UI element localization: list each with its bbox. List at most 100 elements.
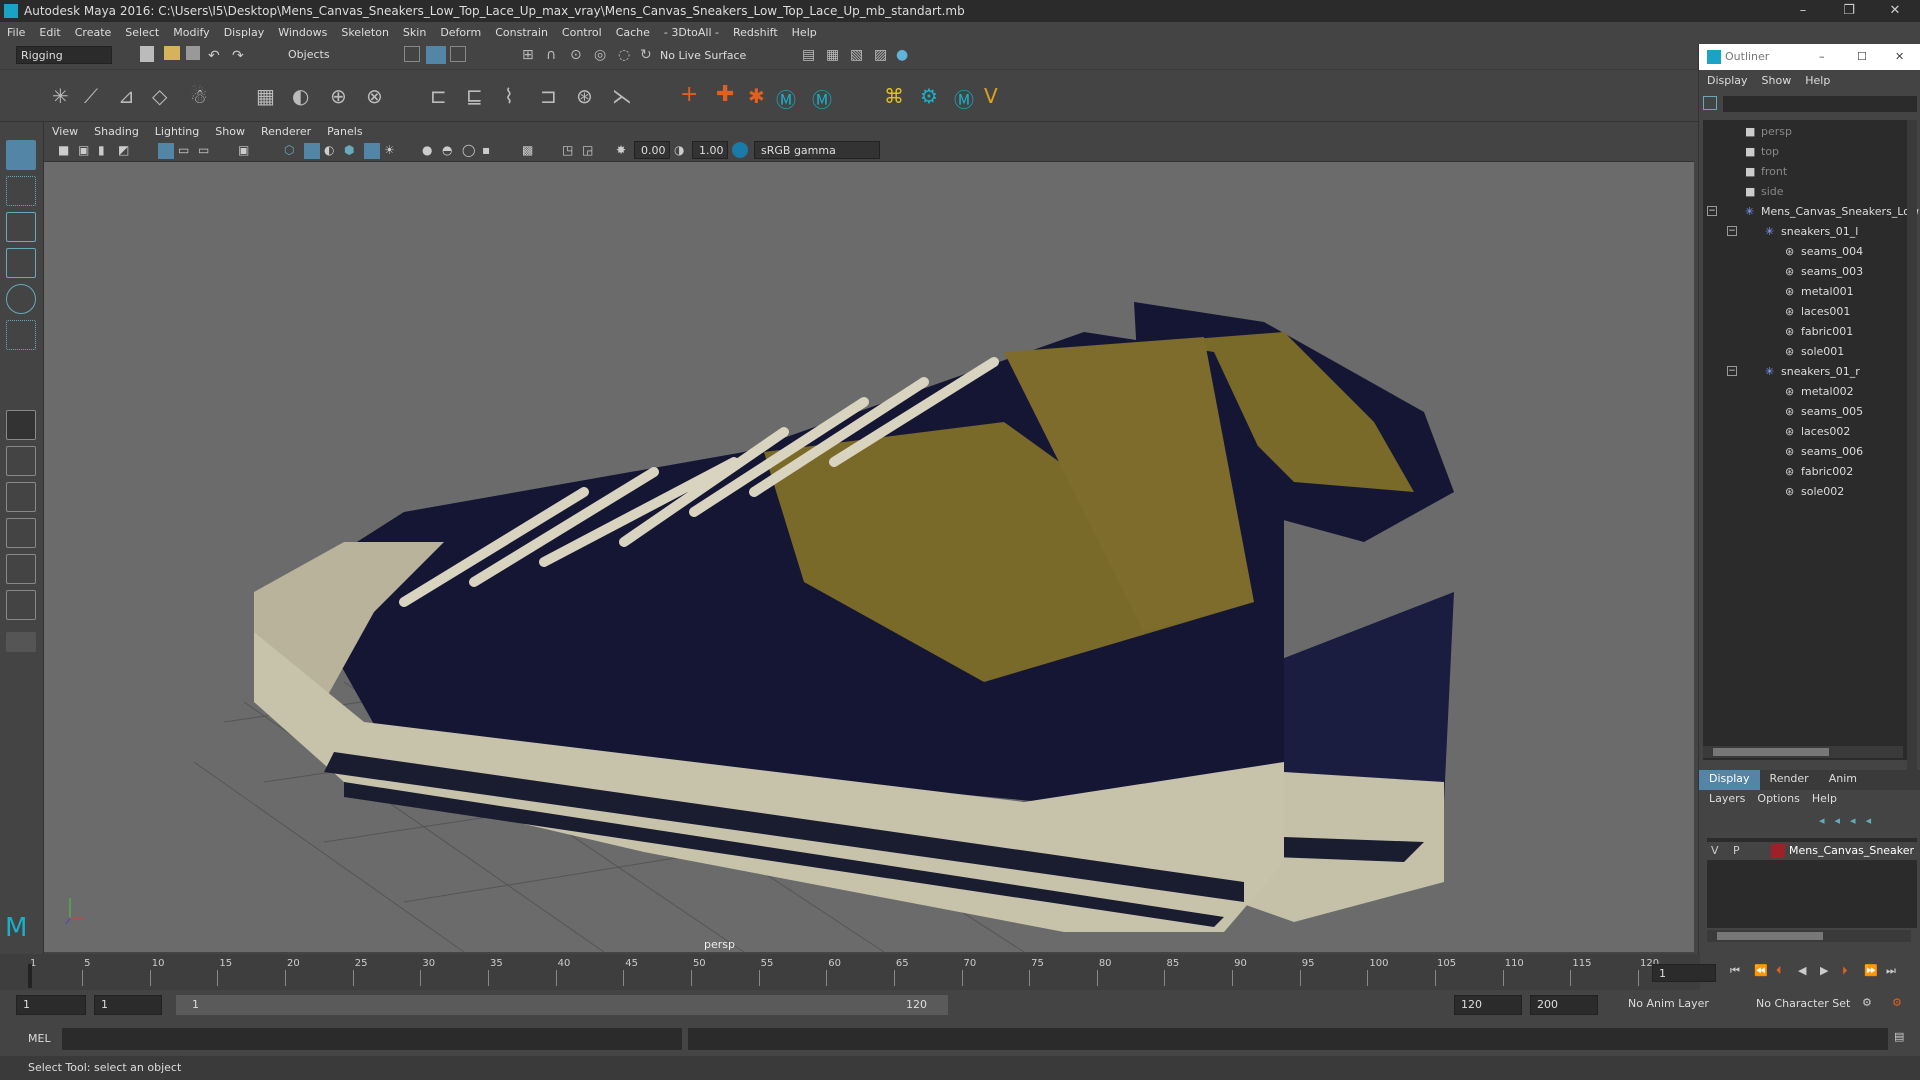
layer-hscroll[interactable] [1707,930,1911,942]
playback-start-field[interactable]: 1 [94,995,162,1015]
outliner-item[interactable]: ⊛ seams_005 [1703,402,1907,422]
script-icon[interactable]: V [984,84,1004,108]
playback-end-field[interactable]: 120 [1454,995,1522,1015]
ik-spline-icon[interactable]: ⊿ [118,84,138,108]
play-back-icon[interactable]: ◀ [1798,964,1806,977]
layout-graph-icon[interactable] [6,518,36,548]
undo-icon[interactable]: ↶ [208,48,228,68]
expand-toggle-icon[interactable]: − [1727,226,1737,236]
xray-icon[interactable] [364,143,380,159]
outliner-item[interactable]: ⊛ metal002 [1703,382,1907,402]
paint-select-icon[interactable] [6,212,36,242]
render-settings-icon[interactable]: ▨ [874,47,894,67]
anim-layer-dropdown[interactable]: No Anim Layer [1622,995,1742,1015]
menu-select[interactable]: Select [118,26,166,39]
menu-redshift[interactable]: Redshift [726,26,785,39]
scale-tool-icon[interactable] [6,320,36,350]
vp-menu-show[interactable]: Show [207,125,253,138]
menu-control[interactable]: Control [555,26,609,39]
layout-outliner-icon[interactable] [6,554,36,584]
ik-handle-icon[interactable]: ⟋ [84,84,104,108]
menu-file[interactable]: File [0,26,32,39]
grid-toggle-icon[interactable] [158,143,174,159]
humanik-icon[interactable]: ☃ [190,84,210,108]
color-space-dropdown[interactable]: sRGB gamma [754,141,880,159]
outliner-item[interactable]: ⊛ fabric002 [1703,462,1907,482]
tab-display[interactable]: Display [1699,770,1760,790]
layer-row[interactable]: V P Mens_Canvas_Sneaker [1707,842,1917,860]
menuset-dropdown[interactable]: Rigging [16,46,112,64]
outliner-vscroll[interactable] [1907,120,1917,770]
layer-menu-help[interactable]: Help [1806,792,1843,810]
textured-icon[interactable]: ⬢ [344,143,364,163]
new-scene-icon[interactable] [140,46,154,62]
anim-prefs-icon[interactable]: ⚙ [1892,996,1902,1009]
step-back-key-icon[interactable]: ⏪ [1754,964,1768,977]
render-frame-icon[interactable]: ▦ [826,47,846,67]
expand-toggle-icon[interactable]: − [1707,206,1717,216]
layout-four-icon[interactable] [6,446,36,476]
go-end-icon[interactable]: ⏭ [1886,964,1896,978]
playhead-marker[interactable] [28,964,32,988]
film-gate-icon[interactable]: ▭ [178,143,198,163]
wrap-deformer-icon[interactable]: ⊕ [330,84,350,108]
cmd-input[interactable] [62,1028,682,1050]
time-slider[interactable]: 1 5 10 15 20 25 30 35 40 45 50 55 60 65 70 75 80 85 90 95 10… [0,954,1716,990]
mash-icon[interactable]: Ⓜ [954,84,974,112]
unbind-skin-icon[interactable]: ⊐ [540,84,560,108]
outliner-item[interactable]: ⊛ laces001 [1703,302,1907,322]
cmd-language-label[interactable]: MEL [28,1032,51,1045]
xray-joints-icon[interactable]: ◓ [442,143,462,163]
dof-icon[interactable]: ◳ [562,143,582,163]
rotate-tool-icon[interactable] [6,284,36,314]
outliner-close-button[interactable]: ✕ [1895,44,1904,70]
select-hierarchy-icon[interactable] [404,46,420,62]
outliner-search-field[interactable] [1723,96,1917,112]
range-slider[interactable]: 1 120 [176,995,948,1015]
selection-mode-dropdown[interactable]: Objects [284,46,384,64]
smooth-shade-icon[interactable] [304,143,320,159]
menu-deform[interactable]: Deform [433,26,488,39]
vp-menu-panels[interactable]: Panels [319,125,370,138]
outliner-item[interactable]: ■ side [1703,182,1907,202]
snap-view-icon[interactable]: ◎ [594,47,614,67]
vp-menu-lighting[interactable]: Lighting [147,125,207,138]
joint-tool-icon[interactable]: ✳ [52,84,72,108]
outliner-item[interactable]: ⊛ seams_006 [1703,442,1907,462]
bookmark-icon[interactable]: ▮ [98,143,118,163]
gamma-icon[interactable]: ◑ [674,143,694,163]
menu-skin[interactable]: Skin [396,26,433,39]
hypershade-icon[interactable]: ● [896,47,916,67]
nonlinear-deformer-icon[interactable]: ⊗ [366,84,386,108]
outliner-menu-show[interactable]: Show [1756,74,1798,92]
outliner-item[interactable]: − ✳ sneakers_01_r [1703,362,1907,382]
menu-cache[interactable]: Cache [609,26,657,39]
menu-windows[interactable]: Windows [271,26,334,39]
layer-color-swatch[interactable] [1771,844,1785,858]
auto-key-icon[interactable]: ⚙ [1862,996,1872,1009]
anim-end-field[interactable]: 200 [1530,995,1598,1015]
close-button[interactable]: ✕ [1872,0,1918,22]
mirror-joint-icon[interactable]: ◇ [152,84,172,108]
ipr-render-icon[interactable]: ▧ [850,47,870,67]
layer-visibility-toggle[interactable]: V [1711,844,1719,857]
menu-help[interactable]: Help [785,26,824,39]
outliner-item[interactable]: ⊛ sole002 [1703,482,1907,502]
exposure-field[interactable]: 0.00 [634,141,670,159]
layout-single-icon[interactable] [6,410,36,440]
vp-menu-shading[interactable]: Shading [86,125,147,138]
exposure-icon[interactable]: ✸ [616,143,636,163]
layout-more-icon[interactable] [6,632,36,652]
lasso-tool-icon[interactable] [6,176,36,206]
menu-constrain[interactable]: Constrain [488,26,555,39]
layout-split-icon[interactable] [6,482,36,512]
snap-surface-icon[interactable]: ◌ [618,47,638,67]
isolate-icon[interactable]: ● [422,143,442,163]
image-plane-icon[interactable]: ◩ [118,143,138,163]
safe-action-icon[interactable]: ▣ [238,143,258,163]
snap-point-icon[interactable]: ⊙ [570,47,590,67]
paint-weights-icon[interactable]: ⌇ [504,84,524,108]
redo-icon[interactable]: ↷ [232,48,252,68]
tab-anim[interactable]: Anim [1819,770,1867,790]
snap-grid-icon[interactable]: ⊞ [522,47,542,67]
